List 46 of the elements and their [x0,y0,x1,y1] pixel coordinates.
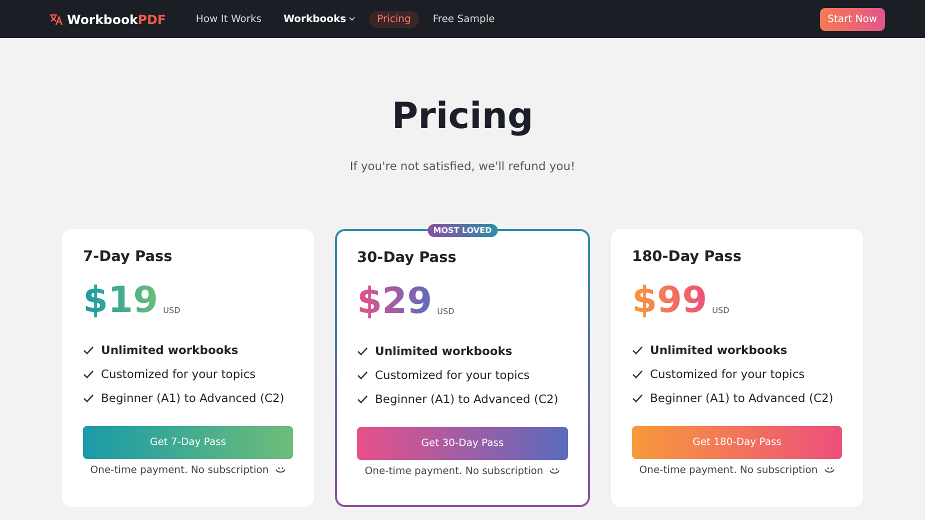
smile-icon [549,468,560,475]
page-title: Pricing [392,96,534,137]
nav-link[interactable]: How It Works [188,10,270,28]
check-icon [357,346,368,356]
check-icon [83,394,94,402]
currency-label: USD [163,306,180,315]
check-icon [632,394,643,402]
buy-pass-button[interactable]: Get 180-Day Pass [632,426,842,459]
currency-label: USD [712,306,730,315]
currency-label: USD [437,307,454,316]
payment-note: One-time payment. No subscription [639,465,818,476]
feature-text: Beginner (A1) to Advanced (C2) [650,391,834,405]
plan-name: 7-Day Pass [83,249,174,265]
feature-text: Customized for your topics [101,367,256,381]
check-icon [83,370,94,378]
check-icon [83,346,94,354]
feature-text: Beginner (A1) to Advanced (C2) [101,391,284,405]
check-icon [357,394,368,404]
plan-name: 30-Day Pass [357,250,458,266]
buy-pass-button[interactable]: Get 30-Day Pass [357,427,568,460]
nav-link[interactable]: Free Sample [424,10,503,28]
payment-note: One-time payment. No subscription [364,466,544,477]
most-loved-badge: MOST LOVED [427,224,498,237]
translate-logo-icon [49,12,63,26]
feature-text: Customized for your topics [375,368,530,382]
check-icon [357,370,368,380]
payment-note: One-time payment. No subscription [90,465,269,476]
feature-text: Unlimited workbooks [101,343,238,357]
nav-link[interactable]: Pricing [369,10,419,28]
feature-text: Unlimited workbooks [375,344,512,358]
brand-name[interactable]: WorkbookPDF [67,12,166,26]
plan-price: $99 [632,283,708,319]
smile-icon [274,467,286,474]
check-icon [632,370,643,378]
check-icon [632,346,643,354]
page-subtitle: If you're not satisfied, we'll refund you! [350,159,576,173]
nav-link[interactable]: Workbooks [276,10,364,28]
feature-text: Beginner (A1) to Advanced (C2) [375,392,558,406]
feature-text: Customized for your topics [650,367,805,381]
buy-pass-button[interactable]: Get 7-Day Pass [83,426,293,459]
plan-price: $19 [83,283,158,319]
start-now-button[interactable]: Start Now [820,8,885,30]
plan-name: 180-Day Pass [632,249,742,265]
smile-icon [824,467,835,474]
plan-price: $29 [357,284,432,320]
feature-text: Unlimited workbooks [650,343,788,357]
